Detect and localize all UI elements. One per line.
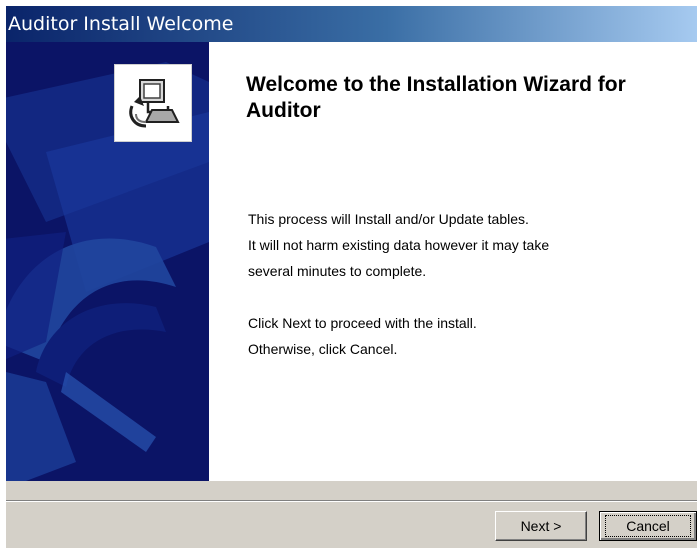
- title-bar[interactable]: Auditor Install Welcome: [6, 6, 697, 42]
- window-title: Auditor Install Welcome: [8, 13, 234, 35]
- wizard-heading: Welcome to the Installation Wizard for A…: [246, 73, 626, 122]
- footer-separator: [6, 500, 697, 502]
- description-paragraph: This process will Install and/or Update …: [248, 206, 549, 284]
- wizard-content: Welcome to the Installation Wizard for A…: [6, 42, 697, 481]
- instruction-line: Click Next to proceed with the install.: [248, 315, 477, 331]
- instruction-line: Otherwise, click Cancel.: [248, 341, 398, 357]
- description-line: It will not harm existing data however i…: [248, 237, 550, 253]
- installer-window: Auditor Install Welcome Welcome to the I…: [6, 6, 697, 548]
- next-button[interactable]: Next >: [495, 511, 587, 541]
- cancel-button-label: Cancel: [605, 515, 691, 537]
- description-line: several minutes to complete.: [248, 263, 427, 279]
- next-button-label: Next >: [520, 518, 562, 534]
- computer-install-icon: [114, 64, 192, 142]
- wizard-side-banner: [6, 42, 209, 481]
- cancel-button[interactable]: Cancel: [599, 511, 697, 541]
- instruction-paragraph: Click Next to proceed with the install. …: [248, 310, 477, 362]
- description-line: This process will Install and/or Update …: [248, 211, 529, 227]
